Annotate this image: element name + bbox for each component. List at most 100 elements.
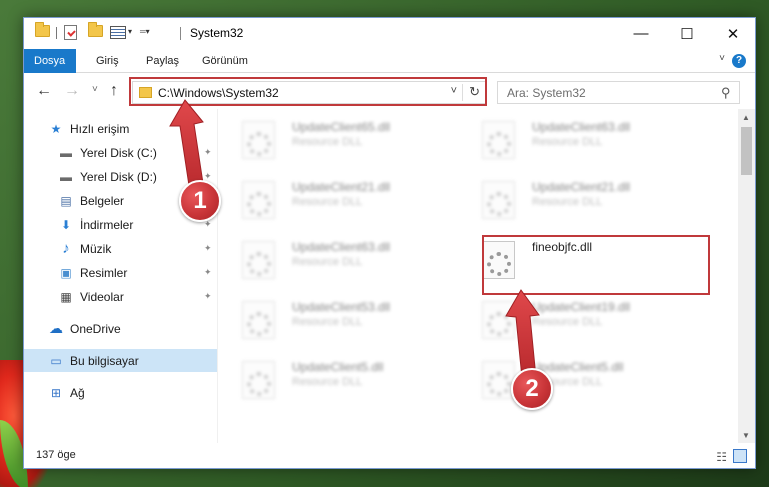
address-highlight-box: [129, 77, 487, 106]
vertical-scrollbar[interactable]: ▲ ▼: [738, 109, 755, 443]
file-name: UpdateClient21.dll: [292, 180, 391, 194]
sidebar-item-pictures[interactable]: ▣ Resimler ✦: [24, 261, 217, 284]
file-item[interactable]: UpdateClient63.dll Resource DLL: [482, 119, 712, 171]
back-arrow-icon[interactable]: ←: [36, 82, 52, 100]
chevron-down-icon[interactable]: ▾: [128, 27, 132, 36]
pin-icon[interactable]: ✦: [204, 267, 212, 278]
chevron-down-icon[interactable]: ˅: [719, 53, 725, 64]
file-type: Resource DLL: [532, 196, 603, 208]
ribbon: Dosya Giriş Paylaş Görünüm ˅ ?: [24, 49, 755, 73]
status-bar: 137 öge ☷: [24, 443, 755, 468]
dll-file-icon: [482, 181, 515, 219]
file-name: UpdateClient21.dll: [532, 180, 631, 194]
item-count: 137 öge: [36, 449, 76, 461]
pin-icon[interactable]: ✦: [204, 291, 212, 302]
search-icon[interactable]: ⚲: [721, 85, 731, 101]
sidebar-item-label: Ağ: [70, 385, 85, 400]
videos-icon: ▦: [60, 289, 72, 304]
file-type: Resource DLL: [532, 136, 603, 148]
minimize-button[interactable]: —: [618, 18, 664, 49]
properties-icon[interactable]: [64, 25, 77, 40]
folder-icon: [35, 22, 50, 37]
dll-file-icon: [482, 121, 515, 159]
file-name: UpdateClient19.dll: [532, 300, 631, 314]
dll-file-icon: [482, 361, 515, 399]
tab-gorunum[interactable]: Görünüm: [192, 49, 258, 73]
dll-file-icon: [242, 121, 275, 159]
title-separator: [180, 27, 181, 40]
new-folder-icon[interactable]: [88, 22, 103, 37]
file-item[interactable]: UpdateClient21.dll Resource DLL: [482, 179, 712, 231]
dll-file-icon: [242, 301, 275, 339]
search-box[interactable]: Ara: System32 ⚲: [497, 81, 740, 104]
file-name: UpdateClient63.dll: [532, 120, 631, 134]
help-icon[interactable]: ?: [732, 54, 746, 68]
tab-paylas[interactable]: Paylaş: [136, 49, 189, 73]
sidebar-item-label: Yerel Disk (D:): [80, 169, 157, 184]
annotation-badge-1: 1: [179, 180, 221, 222]
sidebar-item-label: Belgeler: [80, 193, 125, 208]
sidebar-item-music[interactable]: ♪ Müzik ✦: [24, 237, 217, 260]
file-item[interactable]: UpdateClient65.dll Resource DLL: [242, 119, 472, 171]
file-name: UpdateClient65.dll: [292, 120, 391, 134]
sidebar-item-local-disk-c[interactable]: ▬ Yerel Disk (C:) ✦: [24, 141, 217, 164]
sidebar-item-this-pc[interactable]: ▭ Bu bilgisayar: [24, 349, 217, 372]
sidebar-item-quick-access[interactable]: ★ Hızlı erişim: [24, 117, 217, 140]
network-icon: ⊞: [50, 385, 62, 400]
view-icon[interactable]: [110, 26, 126, 39]
file-item[interactable]: UpdateClient19.dll Resource DLL: [482, 299, 712, 351]
file-item[interactable]: UpdateClient21.dll Resource DLL: [242, 179, 472, 231]
sidebar-item-label: Videolar: [80, 289, 124, 304]
cloud-icon: ☁: [49, 320, 63, 336]
documents-icon: ▤: [60, 193, 72, 208]
search-input[interactable]: Ara: System32: [507, 86, 586, 100]
maximize-button[interactable]: ☐: [664, 18, 710, 49]
sidebar-item-onedrive[interactable]: ☁ OneDrive: [24, 317, 217, 340]
recent-locations-icon[interactable]: ˅: [92, 84, 98, 95]
sidebar-item-videos[interactable]: ▦ Videolar ✦: [24, 285, 217, 308]
file-type: Resource DLL: [292, 196, 363, 208]
scroll-up-icon[interactable]: ▲: [742, 113, 750, 122]
file-item[interactable]: UpdateClient63.dll Resource DLL: [242, 239, 472, 291]
title-bar: ▾ ═▾ System32 — ☐ ✕: [24, 18, 755, 49]
file-name: UpdateClient5.dll: [292, 360, 384, 374]
window-title: System32: [190, 26, 244, 40]
sidebar-item-network[interactable]: ⊞ Ağ: [24, 381, 217, 404]
drive-icon: ▬: [60, 169, 72, 184]
dll-file-icon: [242, 181, 275, 219]
navigation-pane: ★ Hızlı erişim ▬ Yerel Disk (C:) ✦ ▬ Yer…: [24, 109, 217, 443]
large-icons-view-icon[interactable]: [733, 449, 747, 463]
file-type: Resource DLL: [292, 256, 363, 268]
dll-file-icon: [242, 241, 275, 279]
file-explorer-window: ▾ ═▾ System32 — ☐ ✕ Dosya Giriş Paylaş G…: [23, 17, 756, 469]
up-arrow-icon[interactable]: ↑: [110, 82, 118, 100]
file-name: UpdateClient5.dll: [532, 360, 624, 374]
dll-file-icon: [482, 301, 515, 339]
sidebar-item-label: Hızlı erişim: [70, 121, 130, 136]
file-item[interactable]: UpdateClient5.dll Resource DLL: [242, 359, 472, 411]
scroll-down-icon[interactable]: ▼: [742, 431, 750, 440]
file-type: Resource DLL: [292, 376, 363, 388]
dll-file-icon: [242, 361, 275, 399]
file-type: Resource DLL: [292, 316, 363, 328]
file-name: UpdateClient63.dll: [292, 240, 391, 254]
toolbar-separator: [56, 27, 57, 39]
tab-dosya[interactable]: Dosya: [24, 49, 76, 73]
file-highlight-box: [482, 235, 710, 295]
sidebar-item-label: Yerel Disk (C:): [80, 145, 157, 160]
sidebar-item-label: Resimler: [80, 265, 128, 280]
details-view-icon[interactable]: ☷: [716, 450, 727, 464]
file-item[interactable]: UpdateClient53.dll Resource DLL: [242, 299, 472, 351]
close-button[interactable]: ✕: [710, 18, 755, 49]
pin-icon[interactable]: ✦: [204, 147, 212, 158]
tab-giris[interactable]: Giriş: [86, 49, 129, 73]
customize-toolbar-icon[interactable]: ═▾: [140, 27, 150, 36]
scrollbar-thumb[interactable]: [741, 127, 752, 175]
file-name: UpdateClient53.dll: [292, 300, 391, 314]
pin-icon[interactable]: ✦: [204, 243, 212, 254]
sidebar-item-label: OneDrive: [70, 321, 121, 336]
forward-arrow-icon[interactable]: →: [64, 82, 80, 100]
sidebar-item-label: İndirmeler: [80, 217, 134, 232]
pictures-icon: ▣: [60, 265, 72, 280]
music-icon: ♪: [62, 240, 70, 257]
